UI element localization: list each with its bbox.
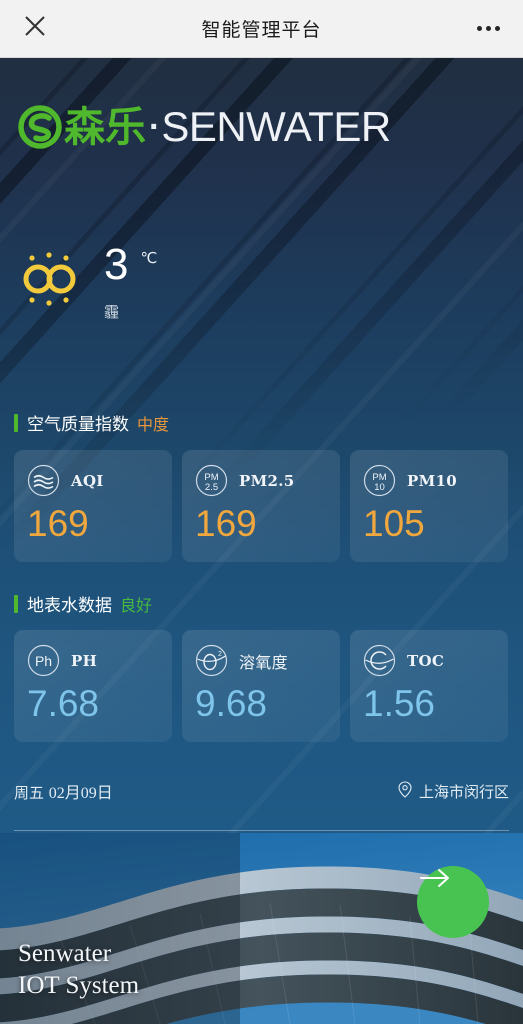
metric-card-aqi[interactable]: AQI 169 [14,450,172,562]
oxygen-icon: 2 [195,644,228,677]
metric-value: 1.56 [363,683,436,724]
metric-label: PM10 [407,471,457,490]
more-options-icon [485,26,491,31]
weekday-label: 周五 [14,784,45,802]
pm10-icon: PM 10 [363,464,396,497]
metric-card-toc[interactable]: TOC 1.56 [350,630,508,742]
metric-card-pm25[interactable]: PM 2.5 PM2.5 169 [182,450,340,562]
footer-title: Senwater IOT System [18,938,139,1002]
air-quality-card-grid: AQI 169 PM 2.5 PM2.5 169 PM 10 PM10 105 [14,450,509,562]
weather-condition: 霾 [104,302,120,321]
section-divider [14,830,509,831]
meta-row: 周五 02月09日 上海市闵行区 [14,779,509,803]
aqi-wave-icon [27,464,60,497]
location-pin-icon [398,780,412,802]
metric-label: PH [71,651,98,670]
metric-value: 105 [363,503,425,544]
haze-icon [16,248,84,310]
ph-icon: Ph [27,644,60,677]
section-accent-bar [14,413,18,432]
section-accent-bar [14,594,18,613]
metric-card-dissolved-oxygen[interactable]: 2 溶氧度 9.68 [182,630,340,742]
brand-logo: 森乐 · SENWATER [18,105,391,149]
svg-text:2: 2 [218,651,222,658]
metric-value: 9.68 [195,683,268,724]
more-options-icon [494,26,500,31]
close-icon [22,13,48,44]
metric-label: PM2.5 [239,471,295,490]
date-label: 02月09日 [48,785,113,802]
senwater-s-logo-icon [18,105,62,149]
close-button[interactable] [0,13,70,44]
svg-text:Ph: Ph [35,653,52,669]
more-options-button[interactable] [453,26,523,31]
metric-value: 169 [195,503,257,544]
pm25-icon: PM 2.5 [195,464,228,497]
date-display: 周五 02月09日 [14,779,113,803]
top-navigation-bar: 智能管理平台 [0,0,523,58]
toc-icon [363,644,396,677]
temperature-value: 3 [104,240,129,289]
metric-label: TOC [407,651,445,670]
enter-system-button[interactable] [417,866,489,938]
weather-widget: 3 ℃ 霾 [16,240,158,322]
air-quality-title: 空气质量指数 [27,415,129,435]
air-quality-header: 空气质量指数 中度 [14,410,169,435]
location-display[interactable]: 上海市闵行区 [398,780,509,802]
metric-card-ph[interactable]: Ph PH 7.68 [14,630,172,742]
brand-name-cn: 森乐 [64,102,146,151]
svg-text:2.5: 2.5 [205,482,218,493]
metric-value: 7.68 [27,683,100,724]
metric-label: 溶氧度 [239,652,288,672]
water-quality-header: 地表水数据 良好 [14,591,152,616]
water-quality-card-grid: Ph PH 7.68 2 溶氧度 9.68 TOC 1.56 [14,630,509,742]
location-label: 上海市闵行区 [418,782,509,801]
brand-separator: · [149,108,161,146]
metric-card-pm10[interactable]: PM 10 PM10 105 [350,450,508,562]
air-quality-status-badge: 中度 [137,414,170,434]
more-options-icon [476,26,482,31]
water-quality-status-badge: 良好 [120,595,153,615]
footer-title-line1: Senwater [18,940,112,967]
water-quality-title: 地表水数据 [27,596,112,616]
temperature-unit: ℃ [140,250,158,267]
footer-photo-section: Senwater IOT System [0,833,523,1024]
metric-value: 169 [27,503,89,544]
hero-section: 森乐 · SENWATER 3 ℃ 霾 空气质量指数 中度 AQI 169 PM… [0,58,523,833]
footer-title-line2: IOT System [18,972,140,999]
metric-label: AQI [71,471,104,490]
brand-name-en: SENWATER [161,103,391,150]
page-title: 智能管理平台 [201,19,322,41]
svg-text:10: 10 [374,482,385,493]
